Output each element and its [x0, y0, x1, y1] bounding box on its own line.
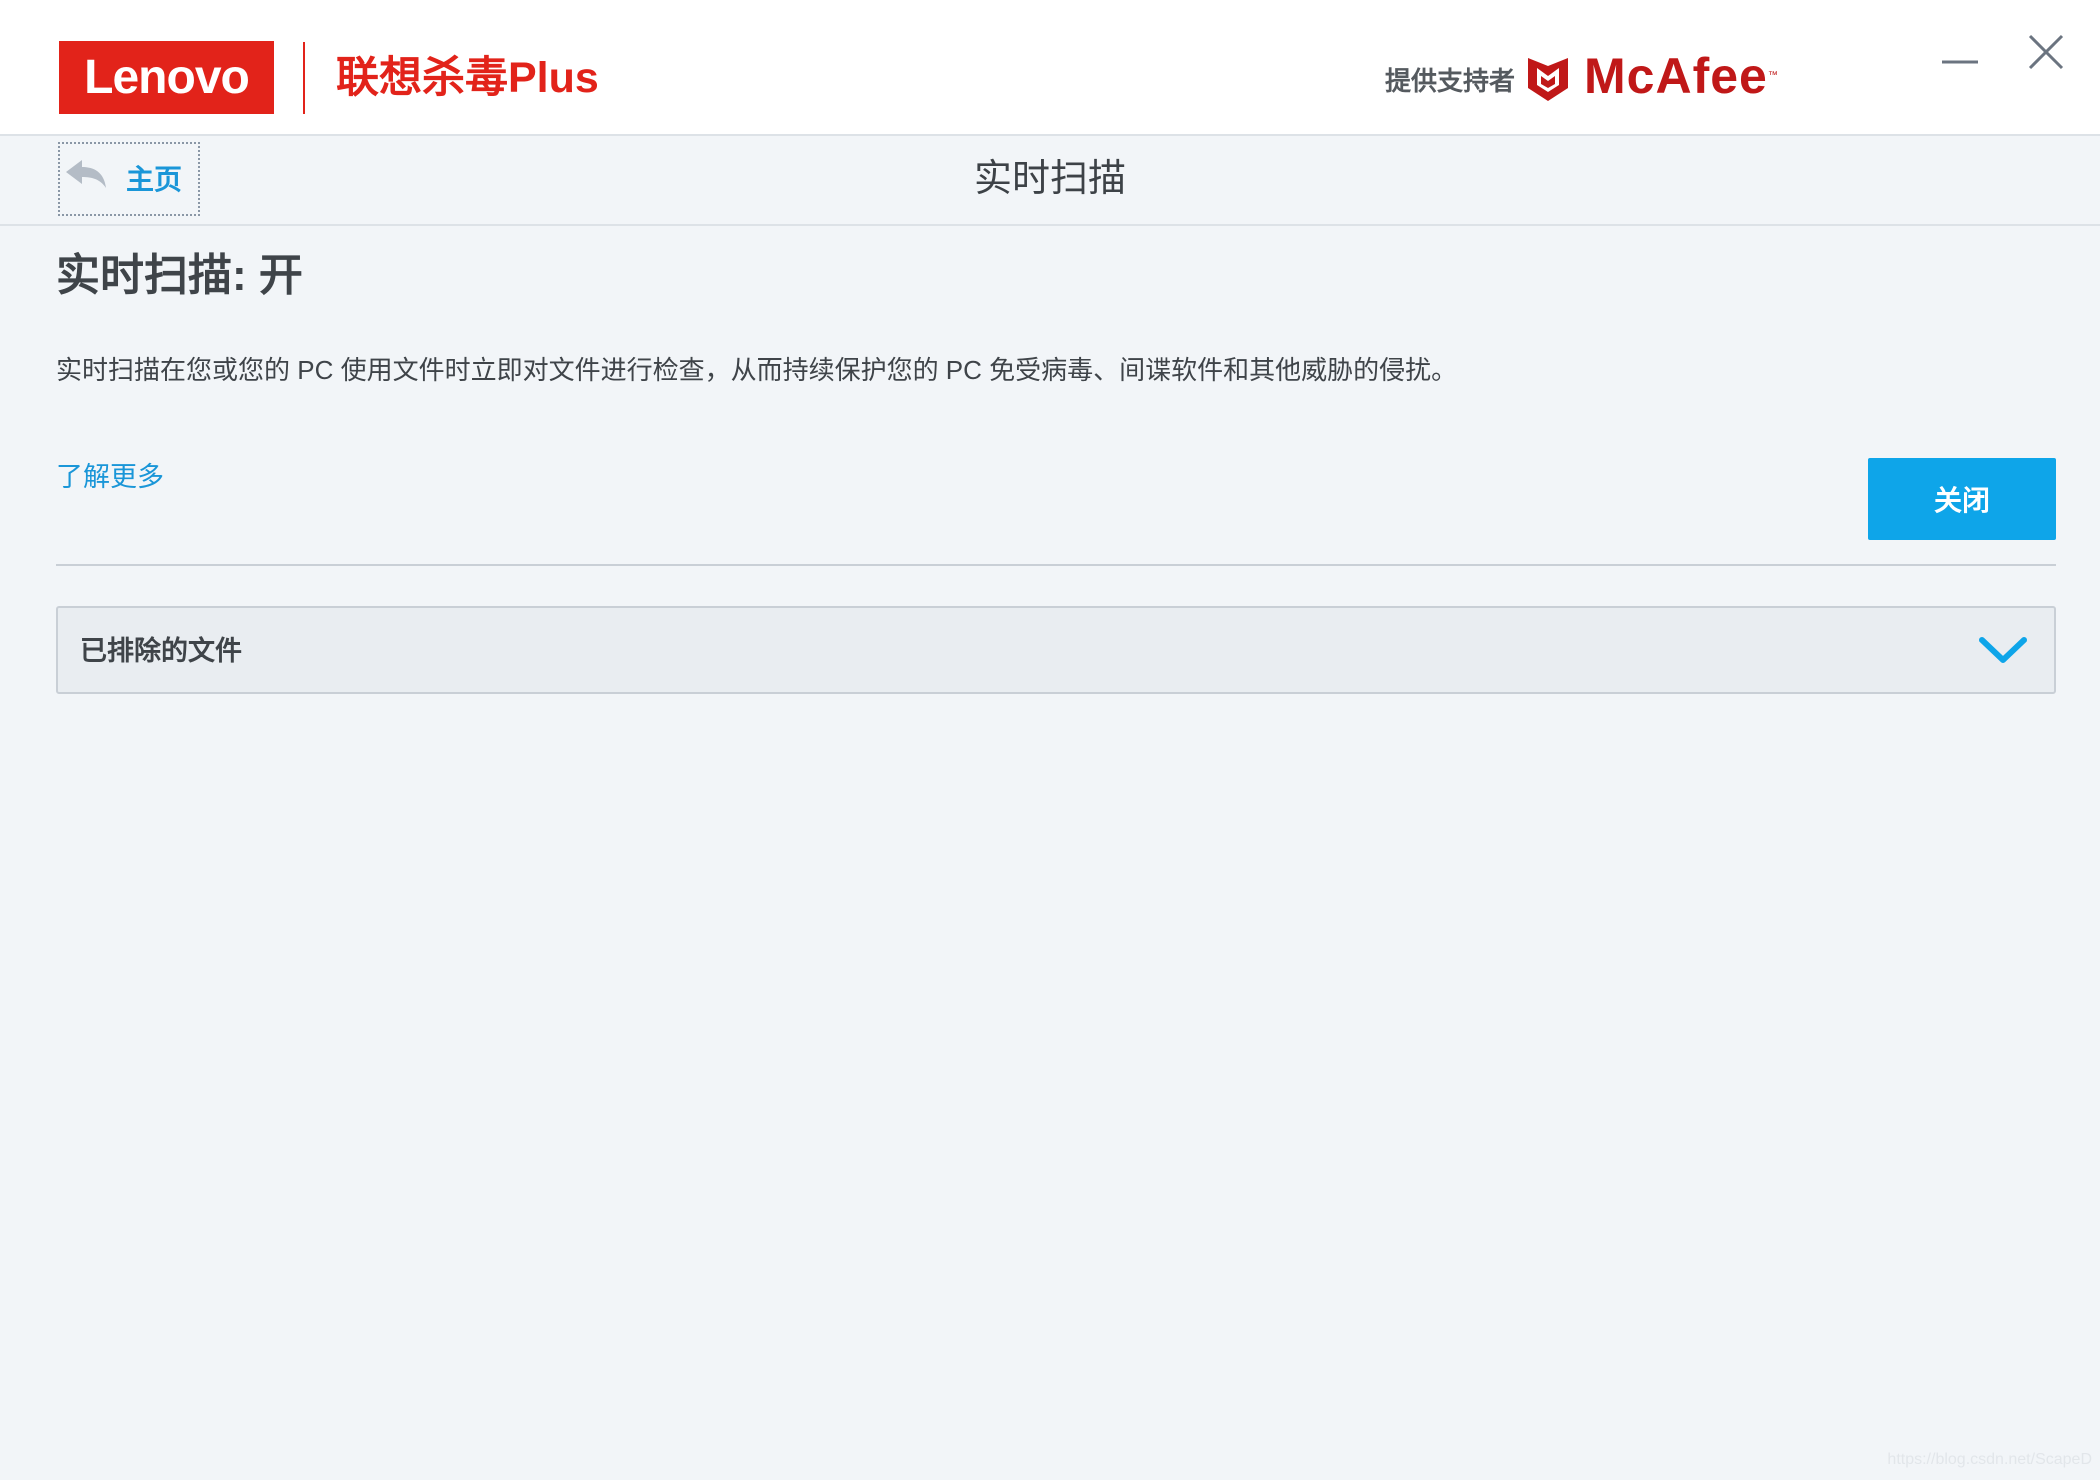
- mcafee-shield-icon: [1528, 58, 1568, 101]
- learn-more-link[interactable]: 了解更多: [56, 458, 164, 496]
- app-header: Lenovo 联想杀毒Plus 提供支持者 McAfee™: [0, 0, 2100, 136]
- page-title: 实时扫描: [973, 158, 1126, 200]
- close-window-button[interactable]: [2018, 26, 2074, 82]
- lenovo-logo-text: Lenovo: [84, 51, 250, 104]
- mcafee-logo: McAfee™: [1584, 46, 1779, 106]
- brand-divider: [303, 42, 305, 114]
- minimize-button[interactable]: [1932, 26, 1988, 82]
- lenovo-logo: Lenovo: [59, 41, 274, 114]
- trademark-symbol: ™: [1767, 70, 1779, 81]
- excluded-files-label: 已排除的文件: [80, 636, 242, 666]
- close-icon: [2028, 34, 2064, 70]
- realtime-scan-status-heading: 实时扫描: 开: [56, 251, 303, 300]
- turn-off-button[interactable]: 关闭: [1868, 458, 2056, 540]
- chevron-down-icon: [1979, 637, 2027, 663]
- sub-navigation-bar: 主页 实时扫描: [0, 136, 2100, 226]
- section-divider: [56, 564, 2056, 566]
- mcafee-logo-text: McAfee: [1584, 48, 1768, 104]
- watermark: https://blog.csdn.net/ScapeD: [1887, 1451, 2092, 1468]
- powered-by-label: 提供支持者: [1385, 66, 1516, 96]
- product-name: 联想杀毒Plus: [336, 54, 599, 102]
- realtime-scan-description: 实时扫描在您或您的 PC 使用文件时立即对文件进行检查，从而持续保护您的 PC …: [56, 355, 1458, 385]
- minimize-icon: [1942, 60, 1978, 64]
- excluded-files-accordion[interactable]: 已排除的文件: [56, 606, 2056, 694]
